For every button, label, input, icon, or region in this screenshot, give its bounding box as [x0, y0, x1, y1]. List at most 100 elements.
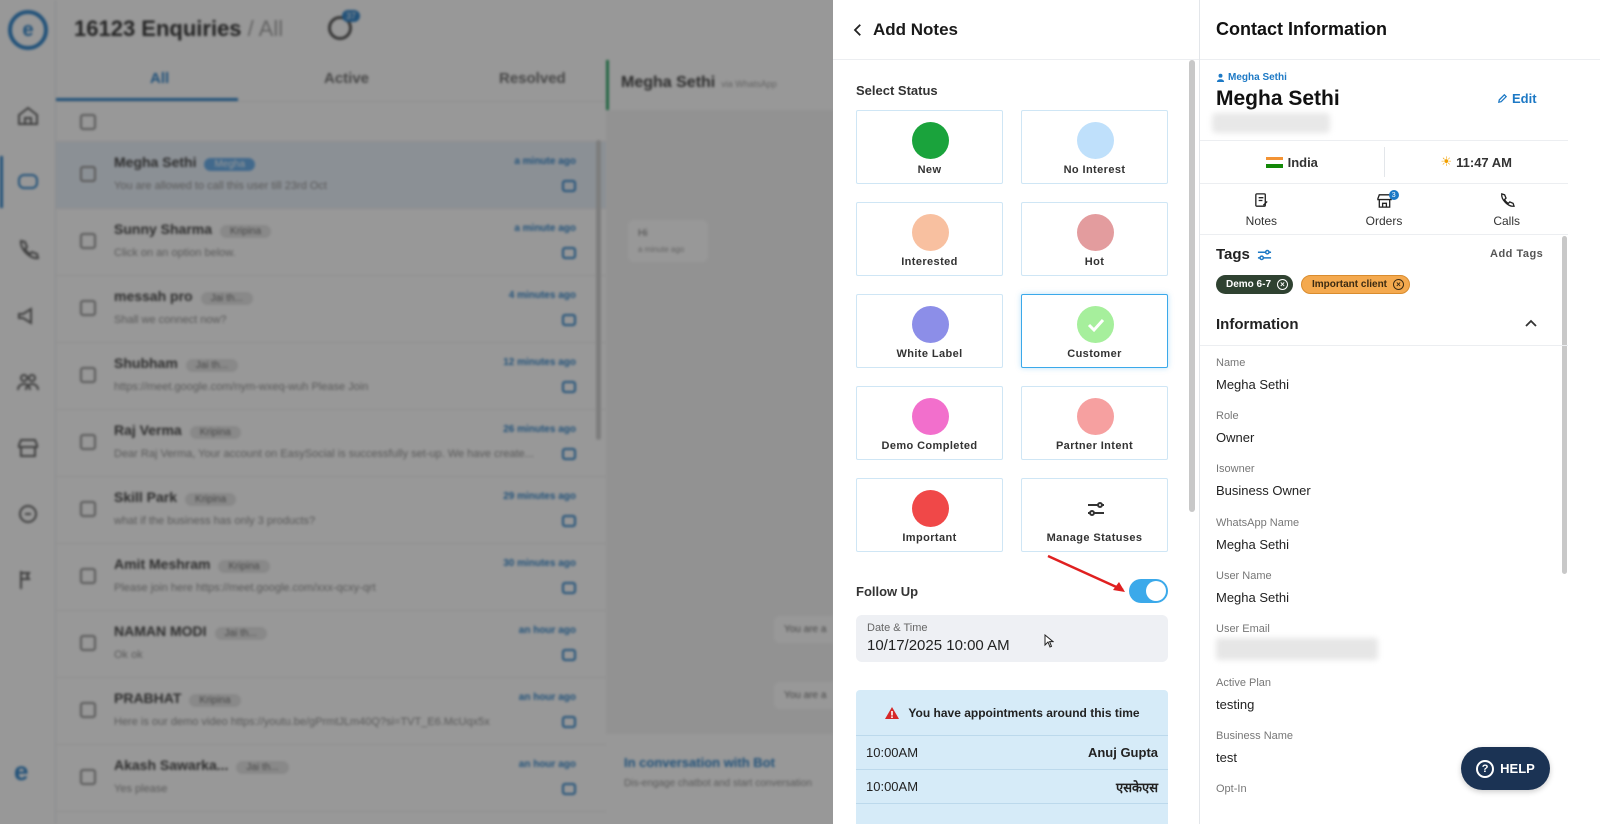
- edit-button[interactable]: Edit: [1497, 91, 1537, 106]
- help-question-icon: ?: [1476, 759, 1495, 778]
- appointment-row: 10:00AM Anuj Gupta: [856, 736, 1168, 770]
- support-icon[interactable]: [16, 502, 40, 526]
- conversation-row[interactable]: Raj Verma Kripina 26 minutes ago Dear Raj V…: [56, 410, 606, 477]
- country-info: India: [1200, 141, 1384, 183]
- conversation-row[interactable]: Shubham Jai th... 12 minutes ago https://me…: [56, 343, 606, 410]
- datetime-caption: Date & Time: [867, 622, 928, 634]
- row-checkbox[interactable]: [80, 300, 96, 316]
- tag-chip: Demo 6-7 ×: [1216, 275, 1294, 294]
- flow-icon[interactable]: [16, 568, 40, 592]
- conversation-row[interactable]: Amit Meshram Kripina 30 minutes ago Please …: [56, 544, 606, 611]
- conversation-row[interactable]: PRABHAT Kripina an hour ago Here is our dem…: [56, 678, 606, 745]
- status-card-interested[interactable]: Interested: [856, 202, 1003, 276]
- tab-active[interactable]: Active: [324, 70, 369, 87]
- row-checkbox[interactable]: [80, 166, 96, 182]
- timestamp: a minute ago: [514, 156, 576, 167]
- tab-resolved[interactable]: Resolved: [499, 70, 566, 87]
- home-icon[interactable]: [16, 104, 40, 128]
- person-icon: [1216, 73, 1225, 82]
- status-card-demo-completed[interactable]: Demo Completed: [856, 386, 1003, 460]
- agent-tag: Kripina: [218, 560, 270, 573]
- chat-icon[interactable]: [16, 170, 40, 194]
- row-checkbox[interactable]: [80, 367, 96, 383]
- notes-icon: [1255, 192, 1268, 207]
- nav-rail: e e: [0, 0, 56, 824]
- row-checkbox[interactable]: [80, 568, 96, 584]
- contact-name: Shubham Jai th...: [114, 355, 239, 372]
- row-checkbox[interactable]: [80, 233, 96, 249]
- agent-tag: Kripina: [189, 426, 241, 439]
- chevron-up-icon[interactable]: [1524, 318, 1538, 328]
- message-preview: Shall we connect now?: [114, 314, 227, 326]
- conversation-row[interactable]: Akash Sawarka... Jai th... an hour ago Yes …: [56, 745, 606, 812]
- agent-tag: Kripina: [185, 493, 237, 506]
- add-tags-button[interactable]: Add Tags: [1490, 248, 1543, 260]
- chat-icon: [562, 582, 576, 594]
- contact-meta: India ☀ 11:47 AM: [1200, 140, 1568, 184]
- contact-scrollbar[interactable]: [1562, 236, 1567, 574]
- tag-chip: Important client ×: [1301, 275, 1411, 294]
- conversation-row[interactable]: NAMAN MODI Jai th... an hour ago Ok ok: [56, 611, 606, 678]
- store-icon[interactable]: [16, 436, 40, 460]
- contact-name: Skill Park Kripina: [114, 489, 237, 506]
- pencil-icon: [1498, 93, 1508, 103]
- tab-notes[interactable]: Notes: [1200, 185, 1323, 234]
- megaphone-icon[interactable]: [16, 304, 40, 328]
- contact-name: NAMAN MODI Jai th...: [114, 623, 267, 640]
- filter-sliders-icon[interactable]: [1257, 249, 1272, 261]
- contact-title: Contact Information: [1200, 0, 1600, 60]
- chat-icon: [562, 515, 576, 527]
- conversation-row[interactable]: Skill Park Kripina 29 minutes ago what if t…: [56, 477, 606, 544]
- agent-tag: Jai th...: [236, 761, 289, 774]
- agent-tag: Jai th...: [200, 292, 253, 305]
- status-card-new[interactable]: New: [856, 110, 1003, 184]
- users-icon[interactable]: [16, 370, 40, 394]
- contact-name: Megha Sethi: [1216, 87, 1340, 110]
- chat-icon: [562, 381, 576, 393]
- row-checkbox[interactable]: [80, 635, 96, 651]
- appointments-panel: You have appointments around this time 1…: [856, 690, 1168, 824]
- status-card-customer[interactable]: Customer: [1021, 294, 1168, 368]
- status-label: Interested: [901, 256, 958, 268]
- row-checkbox[interactable]: [80, 769, 96, 785]
- manage-statuses-button[interactable]: Manage Statuses: [1021, 478, 1168, 552]
- chat-bubble-outgoing: You are a: [774, 616, 833, 643]
- status-card-hot[interactable]: Hot: [1021, 202, 1168, 276]
- conversation-row[interactable]: Sunny Sharma Kripina a minute ago Click on …: [56, 209, 606, 276]
- help-button[interactable]: ? HELP: [1461, 747, 1550, 790]
- tab-calls[interactable]: Calls: [1445, 185, 1568, 234]
- tab-orders[interactable]: 3 Orders: [1323, 185, 1446, 234]
- local-time-info: ☀ 11:47 AM: [1440, 154, 1513, 170]
- message-preview: Dear Raj Verma, Your account on EasySoci…: [114, 448, 534, 460]
- conversation-row[interactable]: Megha Sethi Megha a minute ago You are allo…: [56, 142, 606, 209]
- select-all-checkbox[interactable]: [80, 114, 96, 130]
- row-checkbox[interactable]: [80, 501, 96, 517]
- message-preview: what if the business has only 3 products…: [114, 515, 316, 527]
- row-checkbox[interactable]: [80, 434, 96, 450]
- contact-name: Raj Verma Kripina: [114, 422, 241, 439]
- phone-icon[interactable]: [16, 238, 40, 262]
- status-card-white-label[interactable]: White Label: [856, 294, 1003, 368]
- remove-tag-icon[interactable]: ×: [1393, 279, 1405, 290]
- follow-up-toggle[interactable]: [1129, 579, 1168, 603]
- conversation-list: Megha Sethi Megha a minute ago You are allo…: [56, 102, 606, 824]
- contact-name: PRABHAT Kripina: [114, 690, 241, 707]
- status-card-partner-intent[interactable]: Partner Intent: [1021, 386, 1168, 460]
- status-label: White Label: [896, 348, 963, 360]
- status-card-no-interest[interactable]: No Interest: [1021, 110, 1168, 184]
- list-scrollbar[interactable]: [596, 140, 601, 440]
- status-dot: [1077, 122, 1114, 159]
- agent-tag: Kripina: [189, 694, 241, 707]
- conversation-row[interactable]: messah pro Jai th... 4 minutes ago Shall we…: [56, 276, 606, 343]
- back-arrow-icon[interactable]: [849, 21, 867, 39]
- contact-name: Amit Meshram Kripina: [114, 556, 270, 573]
- datetime-value: 10/17/2025 10:00 AM: [867, 637, 1010, 654]
- status-card-important[interactable]: Important: [856, 478, 1003, 552]
- tab-all[interactable]: All: [150, 70, 169, 87]
- notes-scrollbar[interactable]: [1189, 60, 1195, 512]
- datetime-field[interactable]: Date & Time 10/17/2025 10:00 AM: [856, 615, 1168, 662]
- status-label: Partner Intent: [1055, 440, 1134, 452]
- row-checkbox[interactable]: [80, 702, 96, 718]
- status-dot: [912, 306, 949, 343]
- remove-tag-icon[interactable]: ×: [1277, 279, 1289, 290]
